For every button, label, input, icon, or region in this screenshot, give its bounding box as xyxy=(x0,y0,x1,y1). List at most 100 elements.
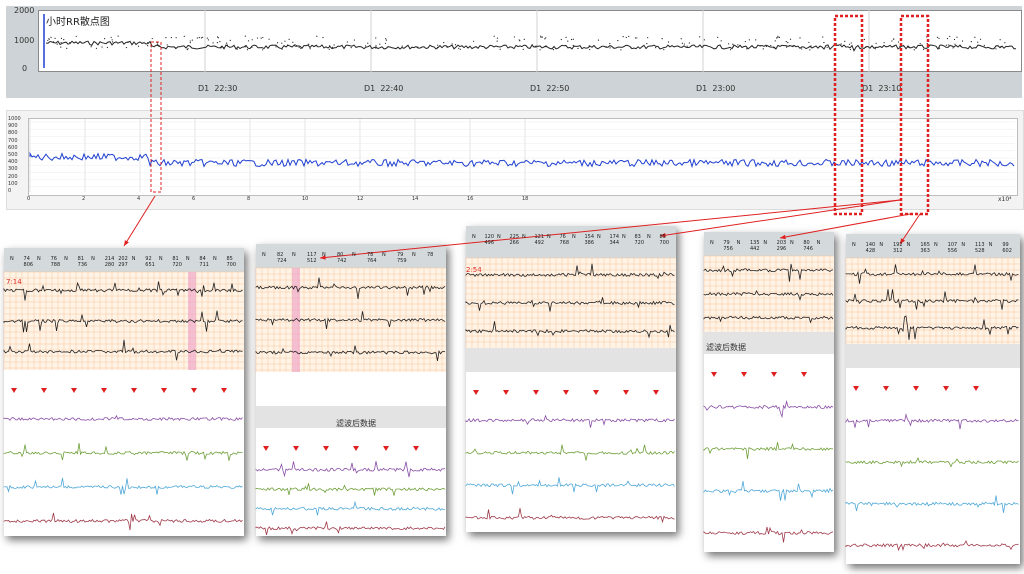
rr-dot xyxy=(384,42,387,44)
rr-dot xyxy=(284,40,286,42)
beat-label: N xyxy=(292,252,296,258)
filtered-lead-trace xyxy=(703,526,834,543)
rr-dot xyxy=(892,38,895,40)
ecg-lead-trace xyxy=(703,263,834,282)
rr-dot xyxy=(219,40,221,43)
rr-interval-label: 528 xyxy=(975,248,985,254)
rr-dot xyxy=(298,46,300,48)
rr-dot xyxy=(212,42,214,44)
rr-dot xyxy=(60,41,62,44)
ecg-lead-trace xyxy=(3,281,243,301)
rr-dot xyxy=(110,36,112,39)
ecg-lead-trace xyxy=(465,321,675,339)
rr-dot xyxy=(56,43,58,45)
beat-marker-icon xyxy=(101,388,107,393)
beat-marker-icon xyxy=(593,390,599,395)
rr-dot xyxy=(50,36,52,38)
beat-label: N xyxy=(522,234,526,240)
rr-interval-label: 297 xyxy=(118,262,128,268)
rr-dot xyxy=(251,39,253,41)
rr-dot xyxy=(518,39,520,41)
rr-interval-label: 602 xyxy=(1002,248,1012,254)
rr-dot xyxy=(244,46,246,48)
rr-dot xyxy=(375,37,377,39)
beat-marker-icon xyxy=(383,446,389,451)
beat-marker-icon xyxy=(913,386,919,391)
beat-label: N xyxy=(817,240,821,246)
rr-interval-label: 700 xyxy=(226,262,236,268)
rr-dot xyxy=(350,47,352,49)
chart-overlay: N 74806N 76788N 81736N 214280202297N 92651N 81… xyxy=(3,10,1020,552)
rr-dot xyxy=(375,47,377,49)
rr-dot xyxy=(785,41,787,43)
rr-dot xyxy=(863,38,865,41)
rr-dot xyxy=(589,48,591,51)
rr-dot xyxy=(744,40,746,43)
rr-dot xyxy=(926,42,928,45)
filtered-lead-trace xyxy=(465,508,675,524)
beat-label: N xyxy=(547,234,551,240)
rr-dot xyxy=(322,36,324,39)
rr-dot xyxy=(748,39,750,41)
rr-dot xyxy=(196,37,198,39)
rr-dot xyxy=(117,35,119,37)
beat-marker-icon xyxy=(191,388,197,393)
filtered-lead-trace xyxy=(703,399,834,419)
filtered-lead-trace xyxy=(255,461,446,478)
rr-interval-label: 736 xyxy=(78,262,88,268)
rr-interval-label: 768 xyxy=(560,240,570,246)
rr-dot xyxy=(823,41,825,44)
rr-dot xyxy=(147,45,149,47)
rr-dot xyxy=(634,37,637,39)
rr-dot xyxy=(776,37,778,39)
beat-label: N xyxy=(710,240,714,246)
rr-dot xyxy=(437,44,439,46)
ecg-lead-trace xyxy=(845,315,1019,340)
rr-dot xyxy=(974,36,976,38)
rr-dot xyxy=(622,36,624,38)
rr-dot xyxy=(792,45,794,48)
rr-dot xyxy=(729,49,732,51)
rr-dot xyxy=(251,46,253,48)
rr-dot xyxy=(663,49,665,51)
rr-dot xyxy=(385,38,387,40)
ecg-lead-trace xyxy=(255,311,446,329)
rr-dot xyxy=(260,37,262,39)
rr-dot xyxy=(970,41,972,43)
rr-interval-label: 312 xyxy=(893,248,903,254)
rr-dot xyxy=(755,39,757,41)
rr-dot xyxy=(746,48,748,50)
rr-dot xyxy=(883,42,885,44)
beat-marker-icon xyxy=(883,386,889,391)
rr-dot xyxy=(609,47,611,49)
rr-dot xyxy=(91,44,93,46)
callout-box-1 xyxy=(150,41,162,193)
rr-dot xyxy=(223,47,225,49)
rr-dot xyxy=(275,46,277,48)
rr-trend-trace xyxy=(29,151,1015,169)
rr-dot xyxy=(236,48,238,50)
rr-dot xyxy=(276,42,279,44)
rr-dot xyxy=(220,46,223,48)
rr-dot xyxy=(949,35,951,38)
rr-dot xyxy=(577,47,579,50)
ecg-lead-trace xyxy=(255,345,445,361)
rr-dot xyxy=(728,43,730,45)
rr-dot xyxy=(560,38,562,41)
rr-dot xyxy=(853,49,855,51)
beat-marker-icon xyxy=(973,386,979,391)
rr-dot xyxy=(628,35,630,37)
rr-dot xyxy=(522,48,524,50)
rr-interval-label: 756 xyxy=(723,246,733,252)
rr-interval-label: 720 xyxy=(172,262,182,268)
beat-marker-icon xyxy=(353,446,359,451)
rr-dot xyxy=(309,48,311,50)
rr-dot xyxy=(938,37,940,39)
rr-dot xyxy=(125,46,128,49)
rr-interval-label: 724 xyxy=(277,258,287,264)
rr-dot xyxy=(328,45,331,47)
rr-dot xyxy=(353,39,355,41)
rr-dot xyxy=(156,43,159,45)
rr-dot xyxy=(454,44,457,46)
beat-label: N xyxy=(597,234,601,240)
